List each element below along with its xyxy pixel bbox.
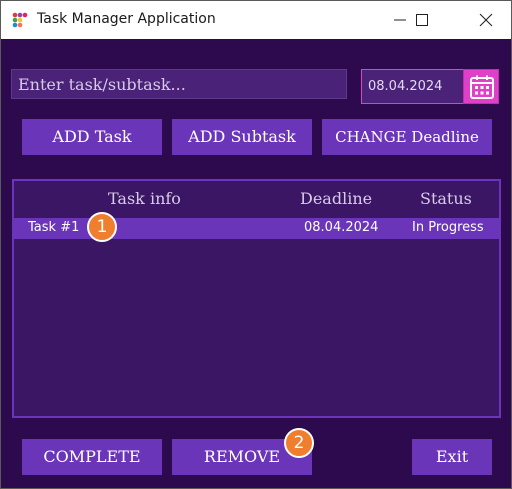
- maximize-icon: [416, 14, 428, 26]
- window-title: Task Manager Application: [37, 11, 216, 27]
- calendar-button[interactable]: [463, 69, 499, 104]
- task-status-cell: In Progress: [412, 220, 484, 235]
- step-marker-2: 2: [284, 428, 314, 458]
- calendar-icon: [470, 75, 494, 99]
- task-input[interactable]: [11, 69, 347, 99]
- app-window: Task Manager Application 08.04.2024: [0, 0, 512, 489]
- column-header-status[interactable]: Status: [420, 189, 472, 208]
- change-deadline-button[interactable]: CHANGE Deadline: [322, 119, 492, 155]
- deadline-date-field[interactable]: 08.04.2024: [361, 69, 465, 104]
- task-table[interactable]: Task info Deadline Status Task #1 08.04.…: [12, 179, 501, 418]
- maximize-button[interactable]: [399, 1, 445, 39]
- close-icon: [479, 13, 493, 27]
- client-area: 08.04.2024 ADD Task ADD Subtask CHANGE D…: [1, 39, 511, 488]
- title-bar: Task Manager Application: [1, 1, 511, 39]
- task-deadline-cell: 08.04.2024: [304, 220, 379, 235]
- task-name-cell: Task #1: [28, 220, 80, 235]
- exit-button[interactable]: Exit: [412, 439, 492, 475]
- add-task-button[interactable]: ADD Task: [22, 119, 162, 155]
- app-dots-icon: [12, 12, 28, 28]
- column-header-task-info[interactable]: Task info: [108, 189, 181, 208]
- step-marker-1: 1: [87, 212, 117, 242]
- column-header-deadline[interactable]: Deadline: [300, 189, 372, 208]
- close-button[interactable]: [463, 1, 509, 39]
- add-subtask-button[interactable]: ADD Subtask: [172, 119, 312, 155]
- complete-button[interactable]: COMPLETE: [22, 439, 162, 475]
